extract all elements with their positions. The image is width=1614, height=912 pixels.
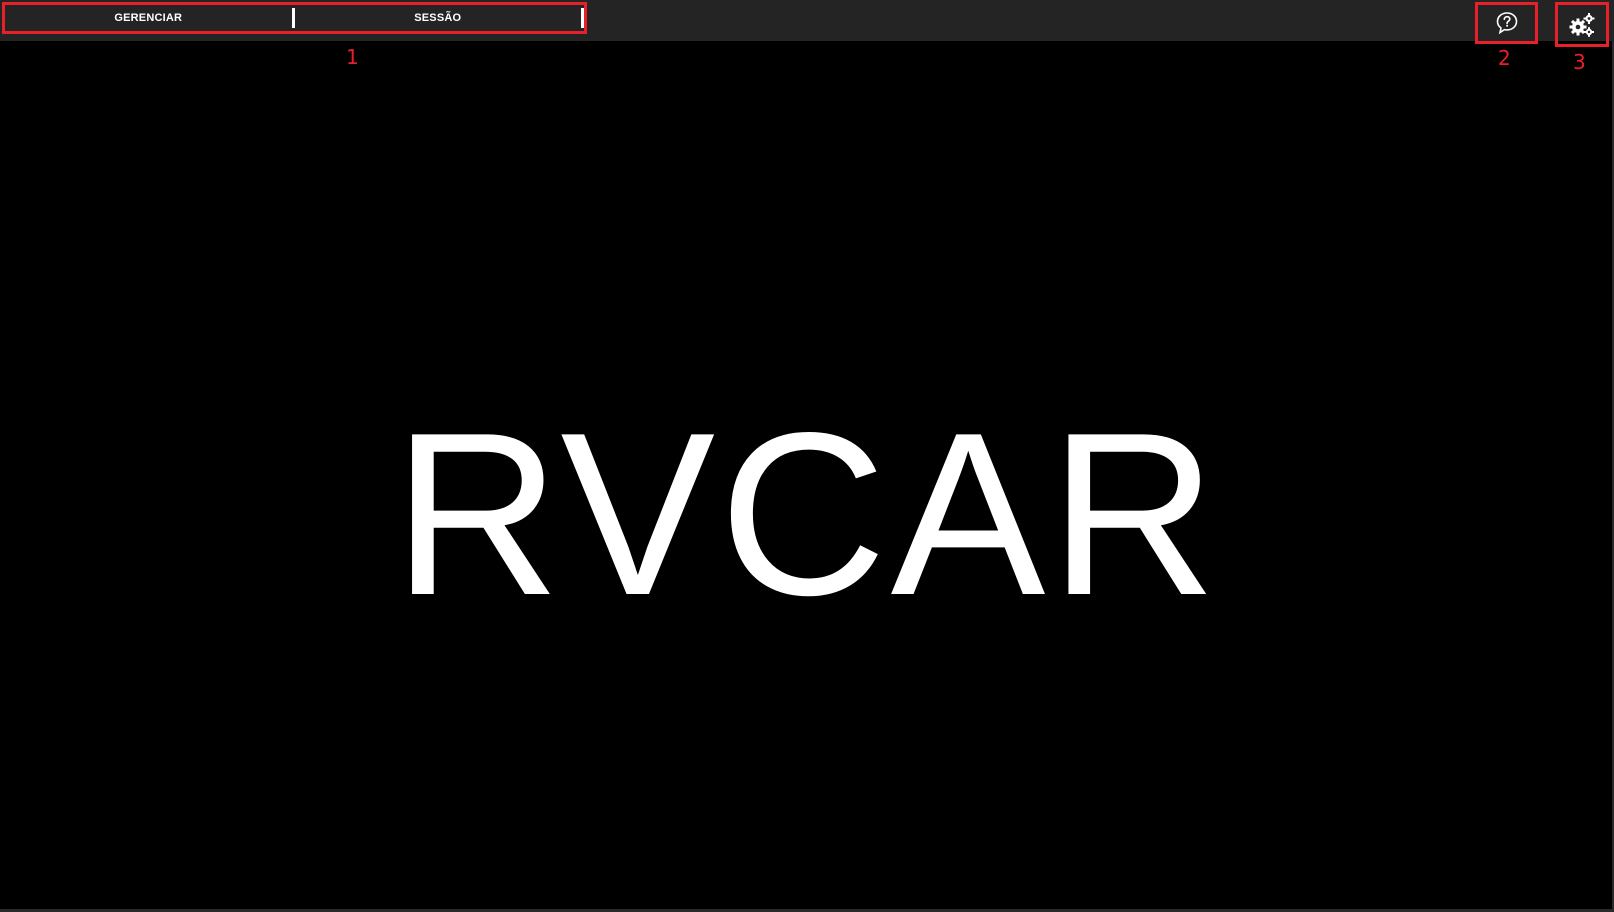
help-bubble-icon [1496, 12, 1517, 35]
annotation-label-3: 3 [1573, 50, 1586, 74]
top-toolbar: GERENCIAR SESSÃO [0, 0, 1614, 47]
app-logo-text: RVCAR [393, 385, 1221, 644]
annotation-label-2: 2 [1498, 46, 1511, 70]
menu-item-gerenciar[interactable]: GERENCIAR [5, 5, 292, 31]
menu-item-sessao[interactable]: SESSÃO [295, 5, 582, 31]
annotation-label-1: 1 [346, 45, 359, 69]
menu-divider [581, 8, 584, 28]
gears-icon [1569, 12, 1595, 37]
settings-button[interactable] [1555, 2, 1609, 47]
help-button[interactable] [1475, 2, 1538, 44]
main-menu: GERENCIAR SESSÃO [2, 2, 587, 34]
